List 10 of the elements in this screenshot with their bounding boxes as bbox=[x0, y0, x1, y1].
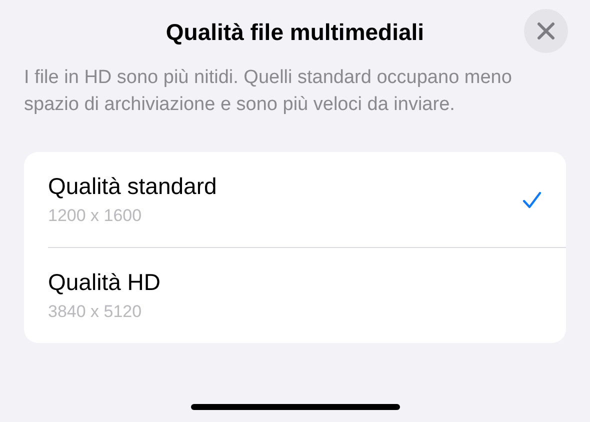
sheet-title: Qualità file multimediali bbox=[166, 18, 424, 46]
close-button[interactable] bbox=[524, 9, 568, 53]
option-label: Qualità standard bbox=[48, 173, 218, 200]
option-resolution: 3840 x 5120 bbox=[48, 302, 143, 322]
option-label: Qualità HD bbox=[48, 269, 162, 296]
description-text: I file in HD sono più nitidi. Quelli standard occupano meno spazio di archiviazione e sono più veloci da inviare. bbox=[24, 66, 513, 117]
close-icon bbox=[537, 22, 555, 40]
option-resolution: 1200 x 1600 bbox=[48, 206, 143, 226]
quality-option[interactable]: Qualità standard 1200 x 1600 bbox=[24, 152, 566, 247]
quality-option[interactable]: Qualità HD 3840 x 5120 bbox=[24, 248, 566, 343]
